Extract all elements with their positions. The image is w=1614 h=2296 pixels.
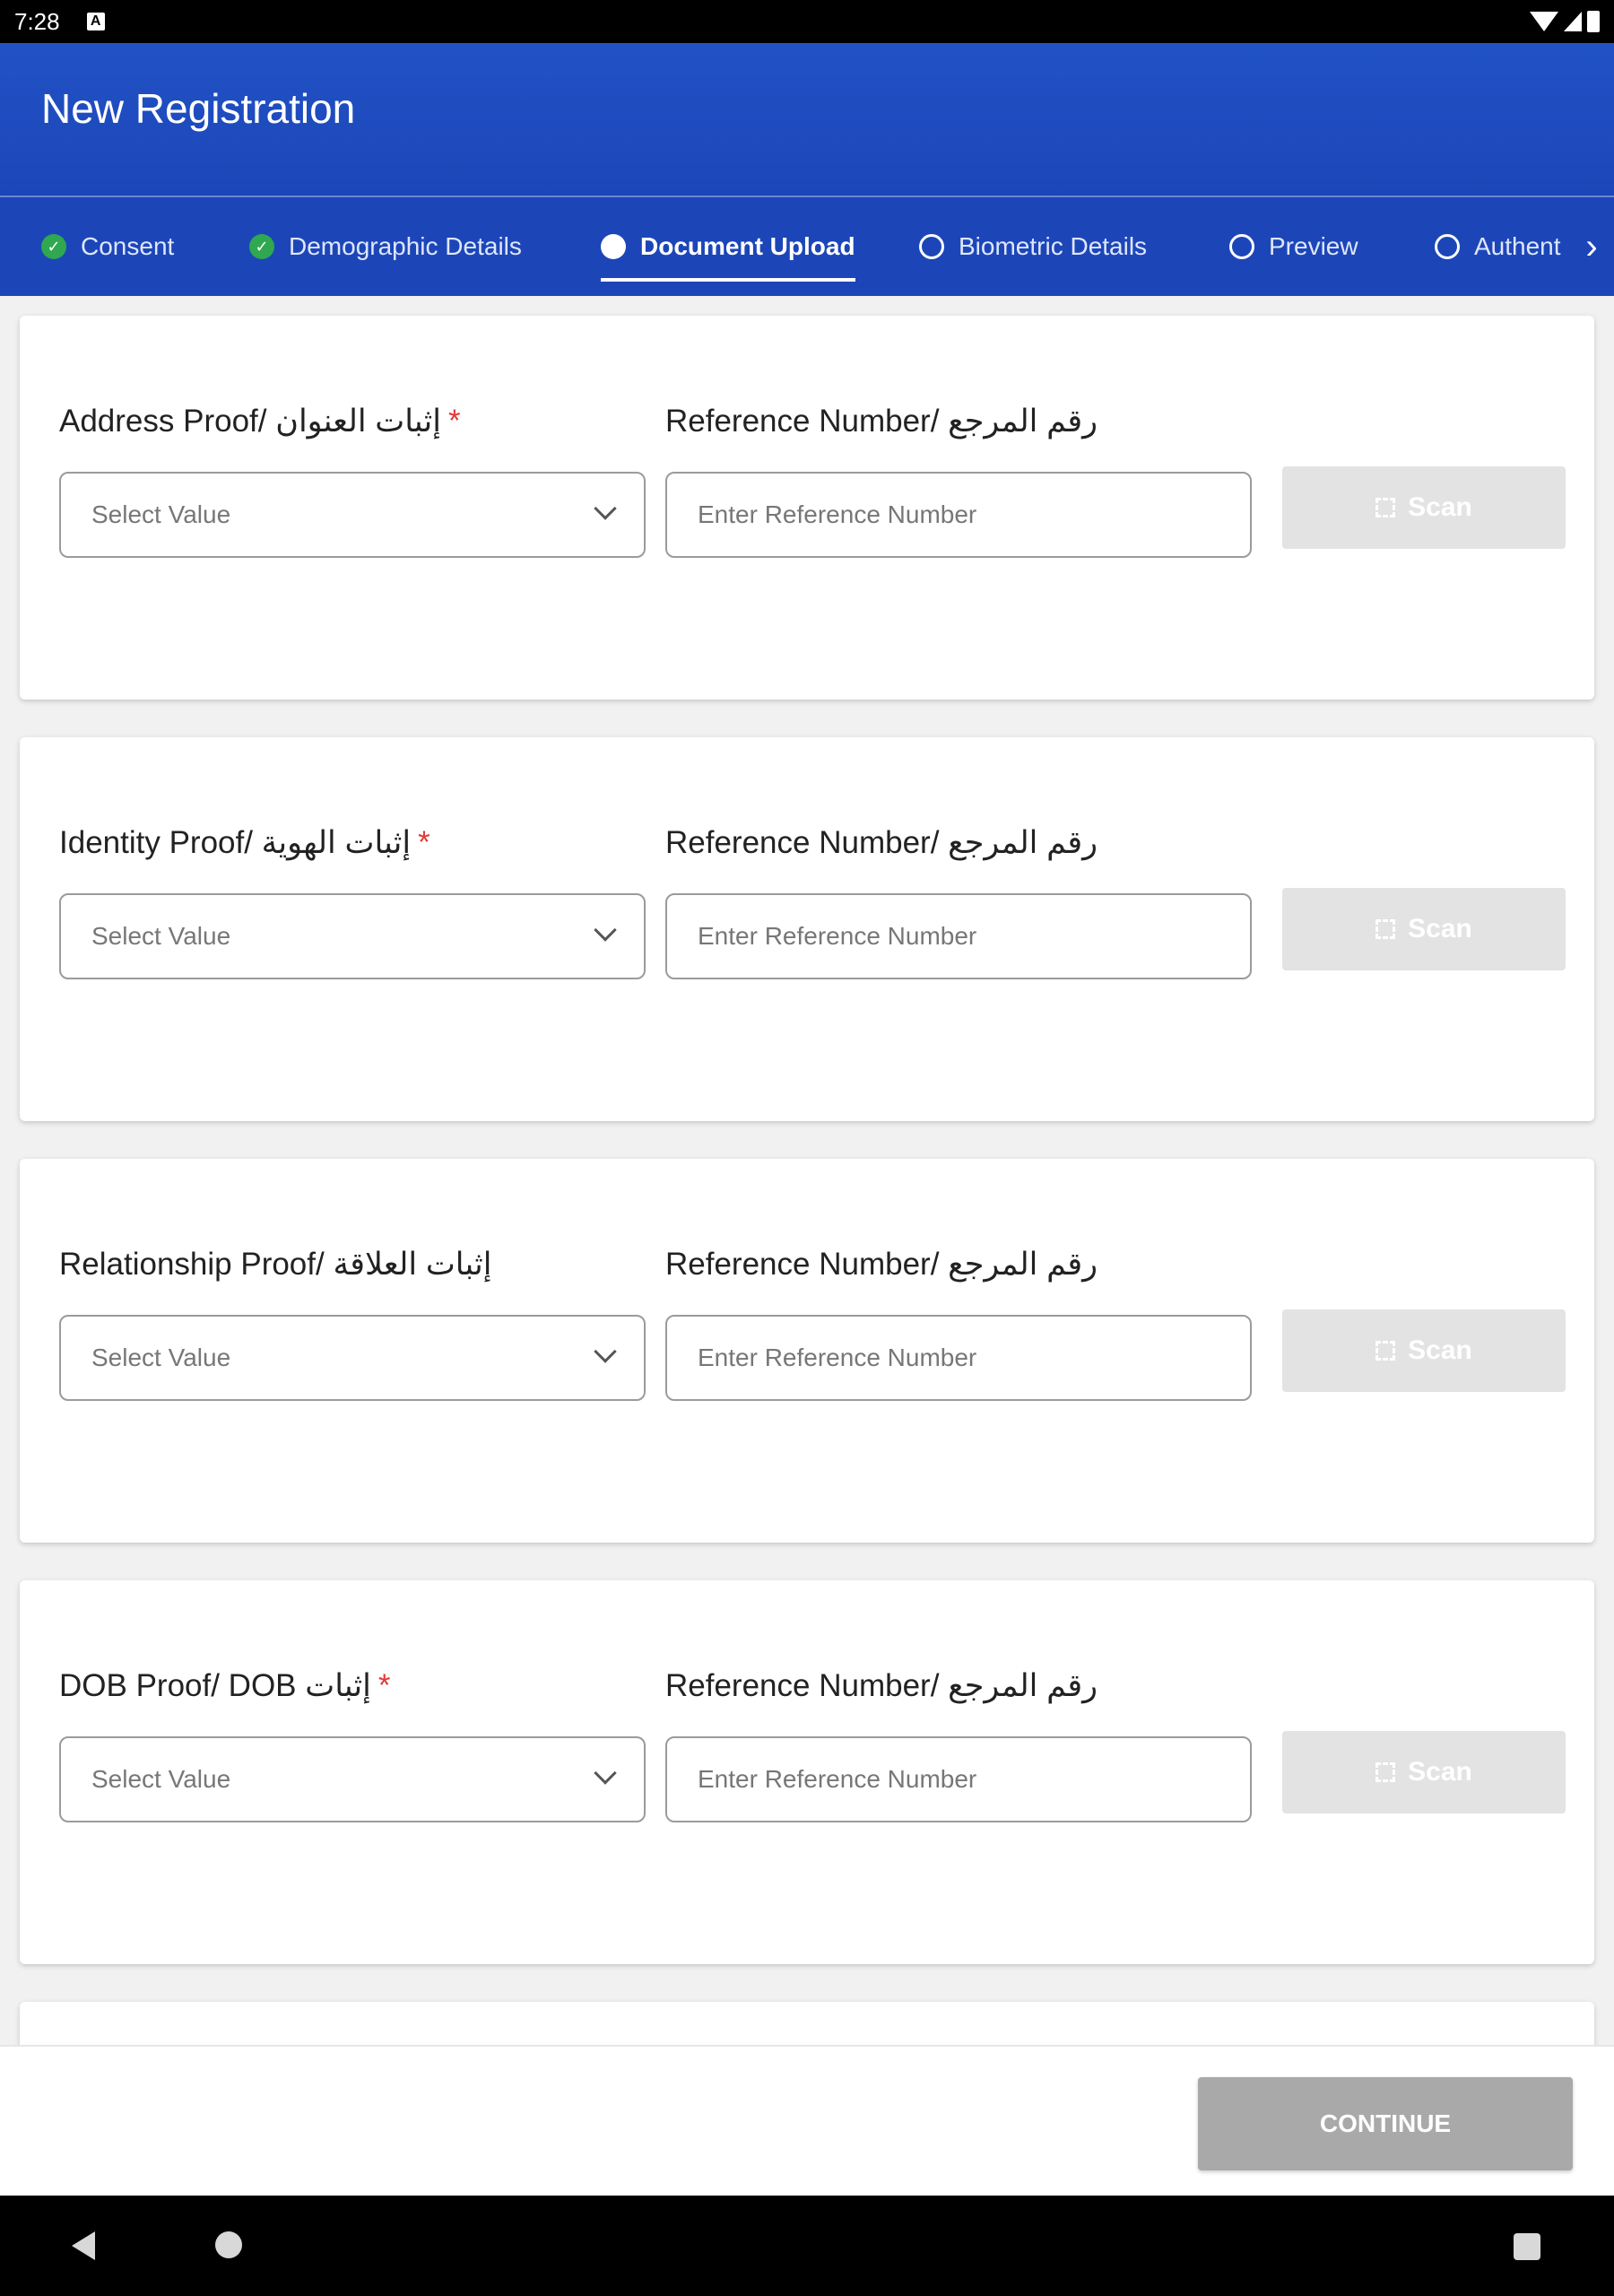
chevron-down-icon [594,497,617,520]
scan-label: Scan [1408,914,1472,944]
recent-apps-icon[interactable] [1514,2233,1540,2260]
reference-number-input[interactable]: Enter Reference Number [665,1736,1252,1822]
document-type-label: Address Proof/ إثبات العنوان [59,404,441,439]
status-bar: 7:28 A [0,0,1614,43]
app-bar: New Registration [0,43,1614,197]
chevron-right-icon[interactable]: › [1569,215,1614,278]
back-icon[interactable] [72,2231,95,2260]
tab-label: Authent [1474,232,1561,260]
reference-number-input[interactable]: Enter Reference Number [665,893,1252,979]
select-placeholder: Select Value [91,1344,231,1371]
empty-circle-icon [1435,234,1460,259]
field-label: Identity Proof/ إثبات الهوية * [59,825,430,861]
document-type-select[interactable]: Select Value [59,893,646,979]
signal-icon [1564,12,1582,31]
field-label: Relationship Proof/ إثبات العلاقة [59,1247,499,1283]
chevron-down-icon [594,918,617,942]
tab-label: Document Upload [640,232,855,260]
required-marker: * [418,825,430,860]
step-tabs: ✓ Consent ✓ Demographic Details Document… [0,197,1614,296]
scan-button[interactable]: Scan [1282,466,1566,549]
empty-circle-icon [1229,234,1254,259]
reference-number-input[interactable]: Enter Reference Number [665,1315,1252,1401]
required-marker: * [377,1668,391,1703]
wifi-icon [1530,12,1558,31]
tab-label: Preview [1269,232,1358,260]
document-type-select[interactable]: Select Value [59,1736,646,1822]
scan-label: Scan [1408,492,1472,522]
input-placeholder: Enter Reference Number [698,500,977,528]
document-card-address: Address Proof/ إثبات العنوان * Reference … [20,316,1594,700]
tab-demographic-details[interactable]: ✓ Demographic Details [249,197,522,296]
footer-bar: CONTINUE [0,2045,1614,2196]
scan-icon [1375,919,1396,939]
tab-consent[interactable]: ✓ Consent [41,197,174,296]
filled-circle-icon [601,234,626,259]
reference-number-label: Reference Number/ رقم المرجع [665,1668,1098,1703]
document-list: Address Proof/ إثبات العنوان * Reference … [0,296,1614,2045]
scan-button[interactable]: Scan [1282,888,1566,970]
home-icon[interactable] [215,2231,242,2258]
scan-label: Scan [1408,1757,1472,1787]
scan-icon [1375,498,1396,517]
scan-label: Scan [1408,1335,1472,1365]
document-card-identity: Identity Proof/ إثبات الهوية * Reference … [20,737,1594,1121]
field-label: Address Proof/ إثبات العنوان * [59,404,461,439]
system-nav-bar [0,2196,1614,2296]
document-type-label: Identity Proof/ إثبات الهوية [59,825,412,860]
page-title: New Registration [41,85,356,132]
scan-button[interactable]: Scan [1282,1309,1566,1392]
input-placeholder: Enter Reference Number [698,1344,977,1371]
tab-document-upload[interactable]: Document Upload [601,197,855,296]
document-card-dob: DOB Proof/ DOB إثبات * Reference Number/ … [20,1580,1594,1964]
document-card-partial [20,2002,1594,2045]
battery-icon [1587,11,1600,32]
reference-number-input[interactable]: Enter Reference Number [665,472,1252,558]
document-type-select[interactable]: Select Value [59,472,646,558]
field-label: DOB Proof/ DOB إثبات * [59,1668,391,1704]
check-circle-icon: ✓ [249,234,274,259]
status-time: 7:28 [14,7,60,35]
scan-icon [1375,1762,1396,1782]
tab-label: Biometric Details [959,232,1148,260]
tab-label: Consent [81,232,175,260]
scan-icon [1375,1341,1396,1361]
reference-number-label: Reference Number/ رقم المرجع [665,825,1098,860]
tab-label: Demographic Details [289,232,522,260]
document-type-label: DOB Proof/ DOB إثبات [59,1668,371,1703]
tab-preview[interactable]: Preview [1229,197,1358,296]
document-type-select[interactable]: Select Value [59,1315,646,1401]
notification-icon: A [86,13,105,30]
required-marker: * [447,404,461,439]
chevron-down-icon [594,1340,617,1363]
chevron-down-icon [594,1761,617,1785]
scan-button[interactable]: Scan [1282,1731,1566,1813]
input-placeholder: Enter Reference Number [698,922,977,950]
reference-number-label: Reference Number/ رقم المرجع [665,404,1098,439]
reference-number-label: Reference Number/ رقم المرجع [665,1247,1098,1282]
select-placeholder: Select Value [91,1765,231,1793]
active-tab-indicator [601,278,855,282]
empty-circle-icon [919,234,944,259]
tab-authentication[interactable]: Authent [1435,197,1561,296]
document-card-relationship: Relationship Proof/ إثبات العلاقة Refere… [20,1159,1594,1543]
document-type-label: Relationship Proof/ إثبات العلاقة [59,1247,492,1282]
select-placeholder: Select Value [91,922,231,950]
check-circle-icon: ✓ [41,234,66,259]
input-placeholder: Enter Reference Number [698,1765,977,1793]
select-placeholder: Select Value [91,500,231,528]
tab-biometric-details[interactable]: Biometric Details [919,197,1147,296]
continue-button[interactable]: CONTINUE [1198,2077,1573,2170]
